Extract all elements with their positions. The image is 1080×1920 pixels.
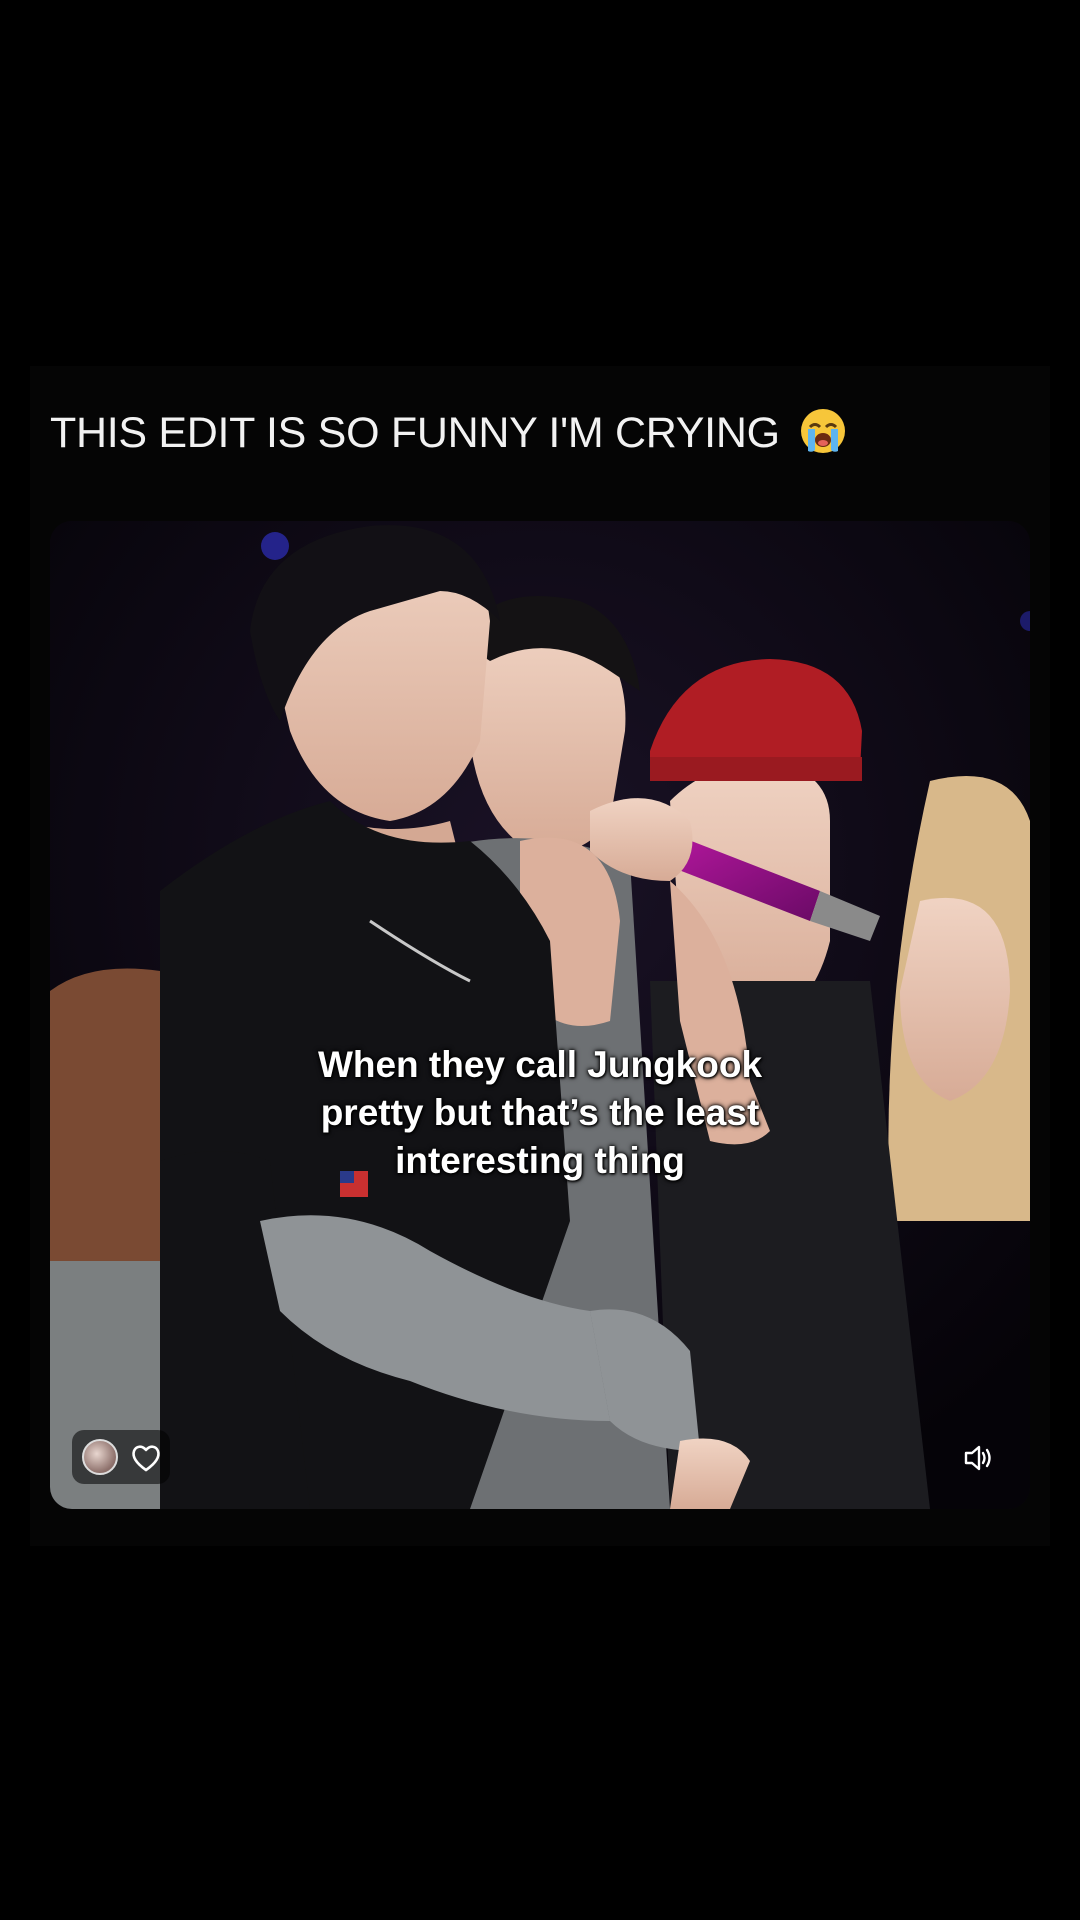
overlay-line-1: When they call Jungkook	[317, 1044, 763, 1085]
overlay-line-3: interesting thing	[395, 1140, 685, 1181]
speaker-volume-icon[interactable]	[958, 1438, 998, 1478]
post-caption: THIS EDIT IS SO FUNNY I'M CRYING	[50, 403, 1030, 463]
video-player[interactable]: When they call Jungkook pretty but that’…	[50, 521, 1030, 1509]
overlay-line-2: pretty but that’s the least	[320, 1092, 760, 1133]
user-avatar-icon[interactable]	[82, 1439, 118, 1475]
caption-text: THIS EDIT IS SO FUNNY I'M CRYING	[50, 409, 780, 457]
screen: THIS EDIT IS SO FUNNY I'M CRYING When th…	[0, 0, 1080, 1920]
loudly-crying-face-emoji-icon	[801, 409, 846, 453]
heart-outline-icon[interactable]	[128, 1440, 164, 1476]
video-frame	[50, 521, 1030, 1509]
video-reactions-pill	[72, 1430, 170, 1484]
video-overlay-text: When they call Jungkook pretty but that’…	[200, 1041, 880, 1185]
